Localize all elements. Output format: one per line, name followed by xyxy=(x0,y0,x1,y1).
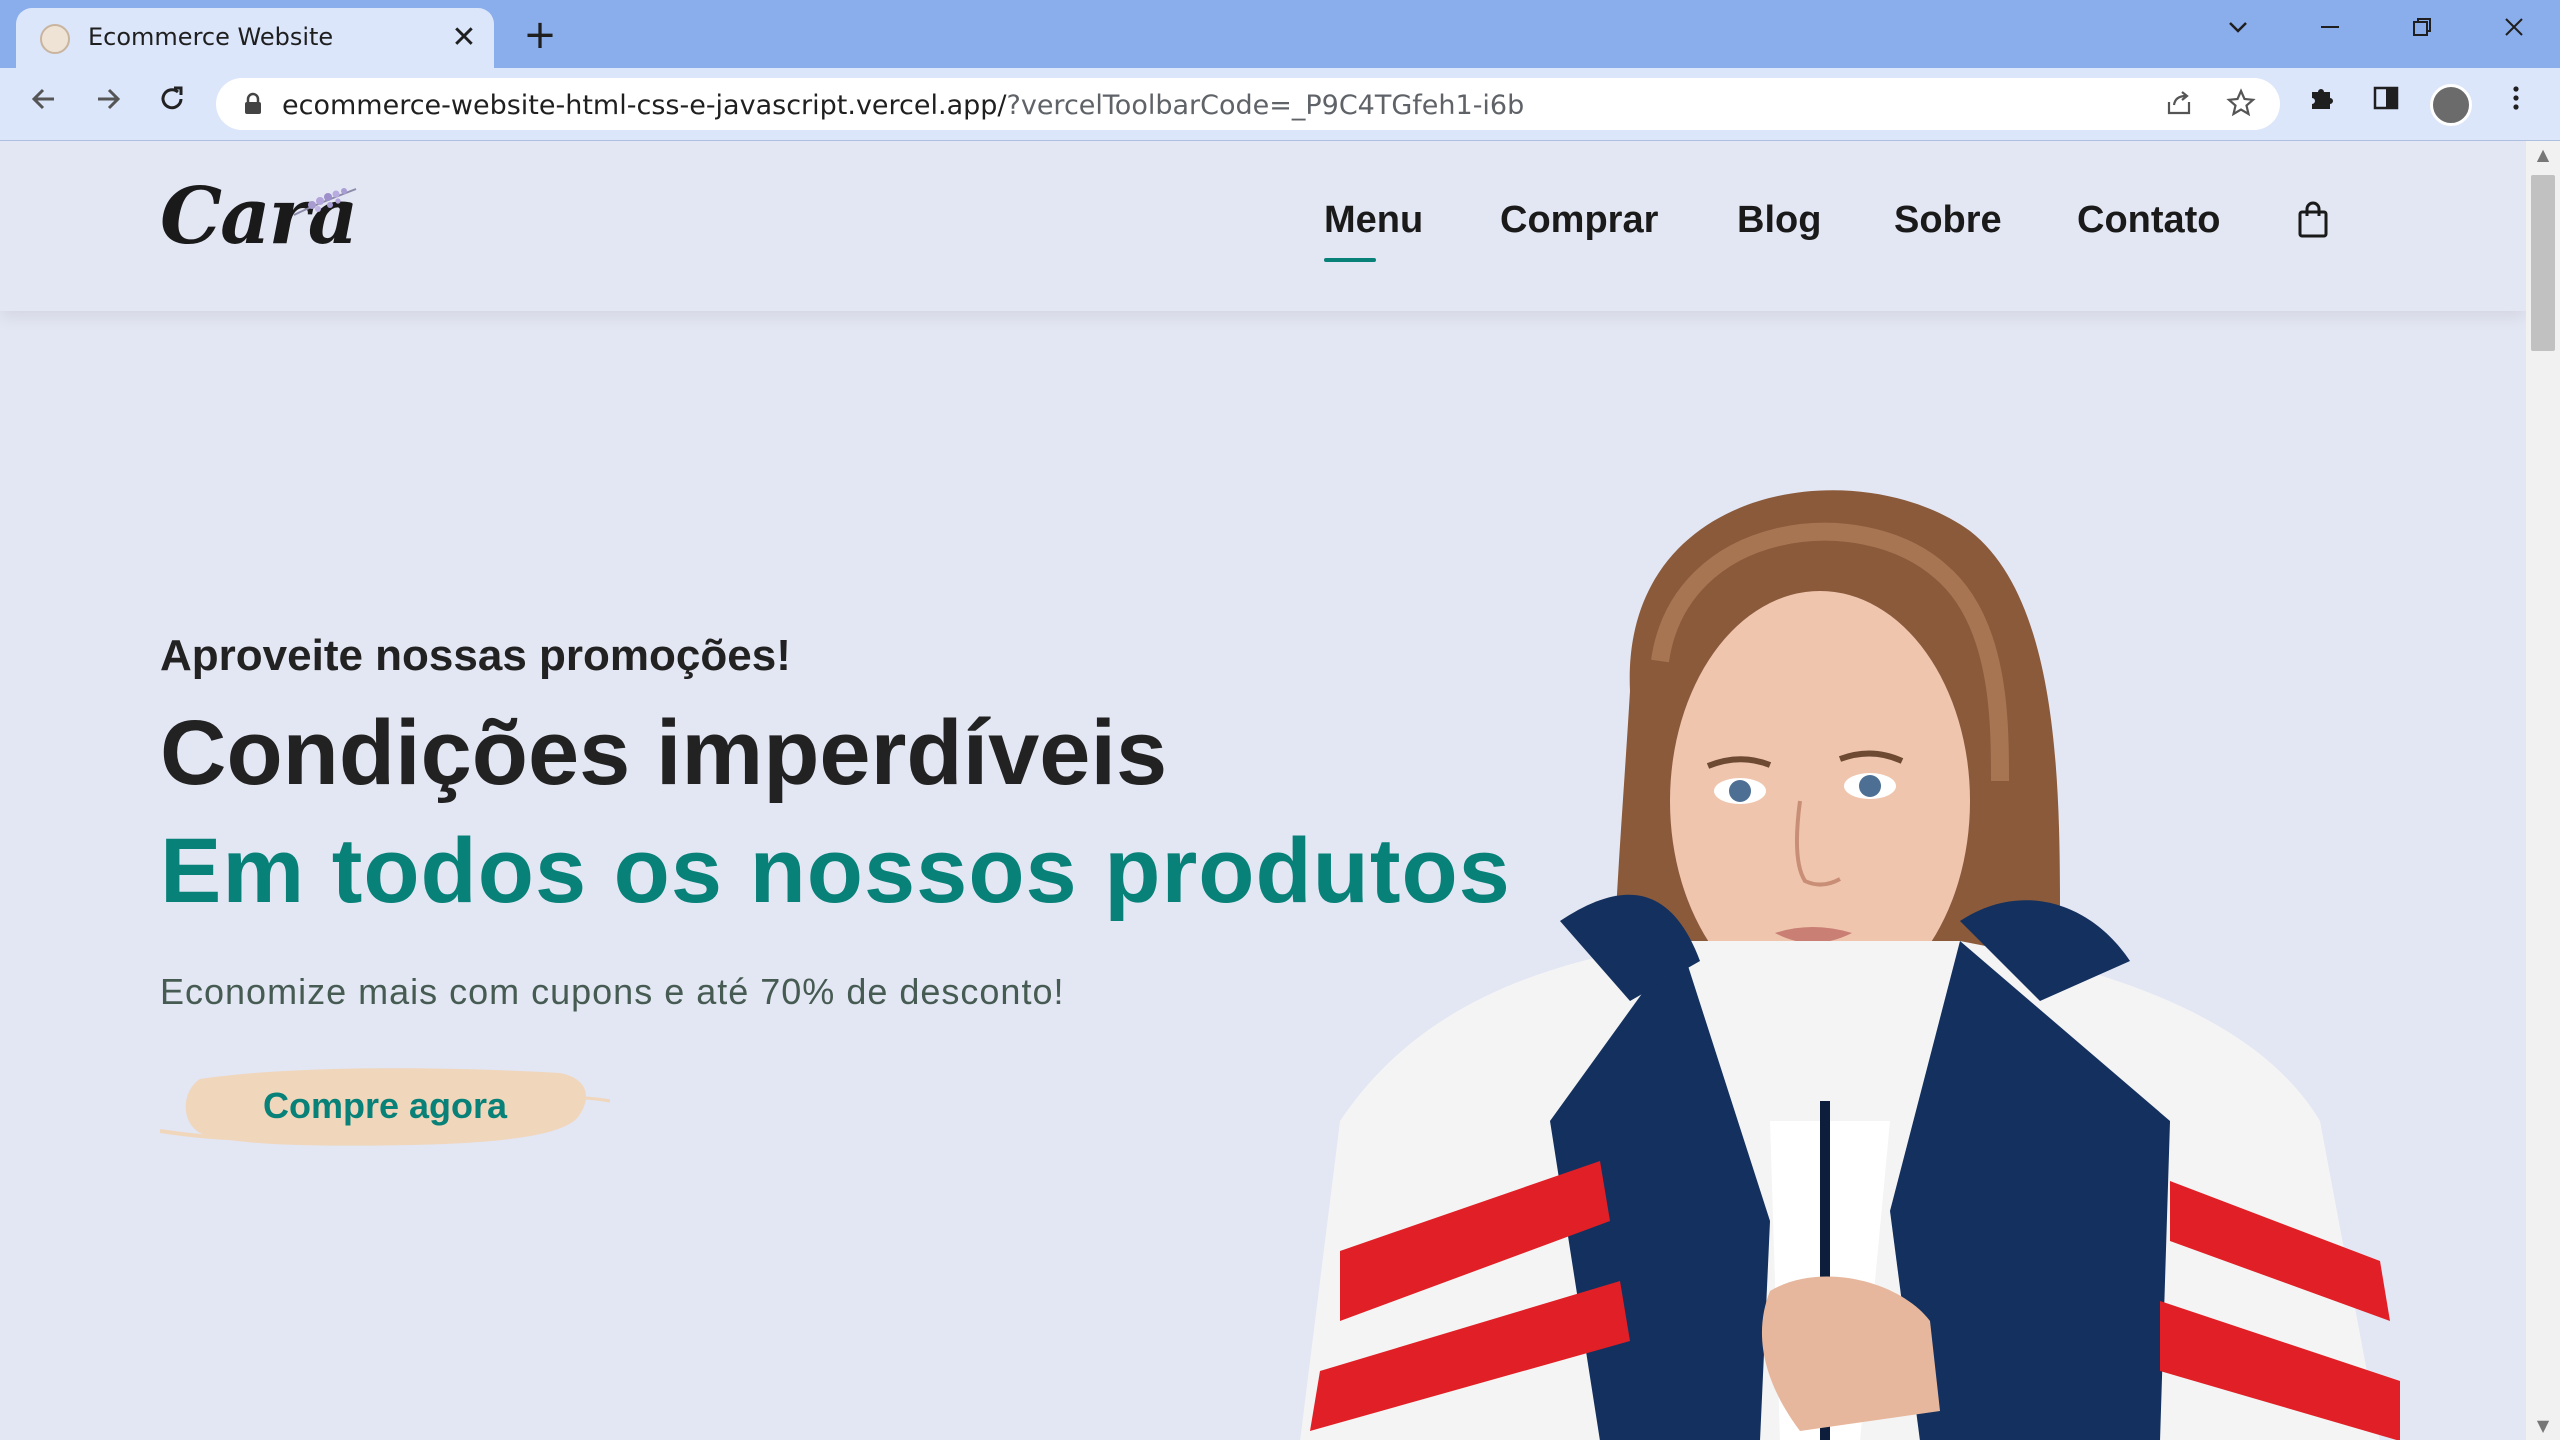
address-bar[interactable]: ecommerce-website-html-css-e-javascript.… xyxy=(216,78,2280,130)
hero-title: Condições imperdíveis xyxy=(160,702,1168,804)
forward-icon[interactable] xyxy=(84,80,132,128)
tab-favicon-icon xyxy=(40,24,70,54)
shop-now-label: Compre agora xyxy=(262,1085,508,1126)
reload-icon[interactable] xyxy=(148,80,196,128)
share-icon[interactable] xyxy=(2162,88,2196,122)
nav-sobre[interactable]: Sobre xyxy=(1894,199,2002,242)
tab-search-icon[interactable] xyxy=(2208,8,2268,52)
lavender-logo-icon xyxy=(293,188,357,216)
hero-kicker: Aproveite nossas promoções! xyxy=(160,631,791,680)
browser-toolbar: ecommerce-website-html-css-e-javascript.… xyxy=(0,68,2560,141)
shopping-bag-icon[interactable] xyxy=(2296,201,2330,239)
hero-subtitle: Economize mais com cupons e até 70% de d… xyxy=(160,971,1065,1012)
back-icon[interactable] xyxy=(20,80,68,128)
nav-menu[interactable]: Menu xyxy=(1324,199,1423,262)
restore-icon[interactable] xyxy=(2392,8,2452,52)
nav-contato[interactable]: Contato xyxy=(2077,199,2221,242)
site-header: Cara Menu Comprar Blog Sobre Contato xyxy=(0,141,2526,311)
page-viewport: Cara Menu Comprar Blog Sobre Contato Apr… xyxy=(0,141,2526,1440)
lock-icon[interactable] xyxy=(240,91,266,117)
side-panel-icon[interactable] xyxy=(2364,82,2408,126)
shop-now-button[interactable]: Compre agora xyxy=(160,1059,610,1159)
star-icon[interactable] xyxy=(2224,88,2258,122)
url-text[interactable]: ecommerce-website-html-css-e-javascript.… xyxy=(282,90,1524,121)
hero-highlight: Em todos os nossos produtos xyxy=(160,820,1511,922)
tab-close-icon[interactable]: ✕ xyxy=(444,18,484,58)
extensions-icon[interactable] xyxy=(2300,82,2344,126)
new-tab-icon[interactable]: + xyxy=(516,12,564,60)
nav-blog[interactable]: Blog xyxy=(1737,199,1821,242)
url-host: ecommerce-website-html-css-e-javascript.… xyxy=(282,90,1007,121)
more-icon[interactable] xyxy=(2494,82,2538,126)
nav-comprar[interactable]: Comprar xyxy=(1500,199,1658,242)
profile-avatar[interactable] xyxy=(2430,84,2472,126)
page-scrollbar[interactable]: ▲ ▼ xyxy=(2526,141,2560,1440)
scroll-down-arrow-icon[interactable]: ▼ xyxy=(2526,1412,2560,1440)
scrollbar-thumb[interactable] xyxy=(2531,175,2555,351)
tab-title: Ecommerce Website xyxy=(88,23,334,51)
browser-tab[interactable]: Ecommerce Website ✕ xyxy=(16,8,494,68)
url-query: ?vercelToolbarCode=_P9C4TGfeh1-i6b xyxy=(1006,90,1525,121)
scroll-up-arrow-icon[interactable]: ▲ xyxy=(2526,141,2560,169)
browser-tab-strip: Ecommerce Website ✕ + xyxy=(0,0,2560,68)
minimize-icon[interactable] xyxy=(2300,8,2360,52)
close-window-icon[interactable] xyxy=(2484,8,2544,52)
